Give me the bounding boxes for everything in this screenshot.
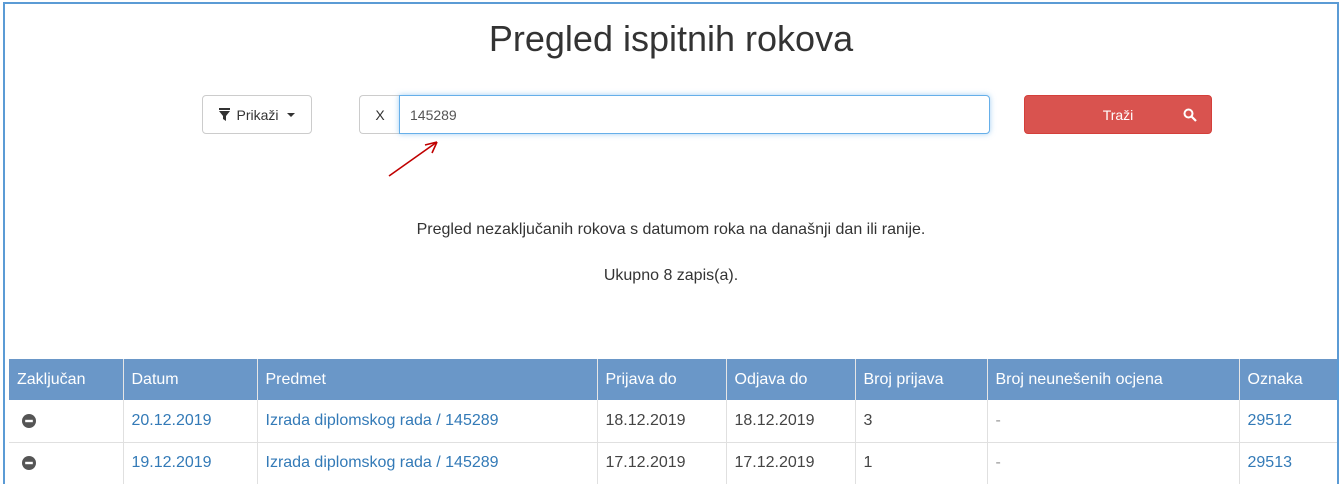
- search-button[interactable]: Traži: [1024, 95, 1212, 134]
- clear-search-label: X: [375, 106, 385, 123]
- date-link[interactable]: 19.12.2019: [123, 442, 258, 484]
- term-id-link[interactable]: 29512: [1239, 400, 1337, 443]
- unentered-grades-count: -: [987, 400, 1240, 443]
- registration-count: 3: [855, 400, 988, 443]
- withdrawal-deadline: 18.12.2019: [726, 400, 856, 443]
- registration-count: 1: [855, 442, 988, 484]
- show-dropdown-button[interactable]: Prikaži: [202, 95, 312, 134]
- locked-cell: [9, 442, 124, 484]
- caret-down-icon: [286, 112, 295, 117]
- search-icon: [1183, 108, 1197, 122]
- table-row: 19.12.2019 Izrada diplomskog rada / 1452…: [9, 442, 1337, 484]
- withdrawal-deadline: 17.12.2019: [726, 442, 856, 484]
- clear-search-button[interactable]: X: [359, 95, 400, 134]
- registration-deadline: 17.12.2019: [597, 442, 727, 484]
- table-header-row: Zaključan Datum Predmet Prijava do Odjav…: [9, 359, 1337, 400]
- locked-cell: [9, 400, 124, 443]
- column-header-broj-neunesenih[interactable]: Broj neunešenih ocjena: [987, 359, 1240, 400]
- unentered-grades-count: -: [987, 442, 1240, 484]
- page-frame: Pregled ispitnih rokova Prikaži X Traži …: [3, 2, 1339, 484]
- show-dropdown-label: Prikaži: [236, 106, 279, 123]
- term-id-link[interactable]: 29513: [1239, 442, 1337, 484]
- record-count: Ukupno 8 zapis(a).: [603, 267, 739, 284]
- exam-terms-table: Zaključan Datum Predmet Prijava do Odjav…: [9, 359, 1337, 484]
- column-header-predmet[interactable]: Predmet: [257, 359, 598, 400]
- date-link[interactable]: 20.12.2019: [123, 400, 258, 443]
- subject-link[interactable]: Izrada diplomskog rada / 145289: [257, 400, 598, 443]
- search-input[interactable]: [399, 95, 990, 134]
- minus-circle-icon: [22, 413, 36, 428]
- column-header-oznaka[interactable]: Oznaka: [1239, 359, 1337, 400]
- column-header-broj-prijava[interactable]: Broj prijava: [855, 359, 988, 400]
- minus-circle-icon: [22, 456, 36, 470]
- info-description: Pregled nezaključanih rokova s datumom r…: [416, 221, 926, 238]
- column-header-datum[interactable]: Datum: [123, 359, 258, 400]
- annotation-arrow-icon: [388, 141, 438, 177]
- subject-link[interactable]: Izrada diplomskog rada / 145289: [257, 442, 598, 484]
- column-header-prijava-do[interactable]: Prijava do: [597, 359, 727, 400]
- filter-icon: [219, 108, 231, 121]
- registration-deadline: 18.12.2019: [597, 400, 727, 443]
- column-header-odjava-do[interactable]: Odjava do: [726, 359, 856, 400]
- page-title: Pregled ispitnih rokova: [488, 18, 854, 59]
- table-row: 20.12.2019 Izrada diplomskog rada / 1452…: [9, 400, 1337, 443]
- column-header-zakljucan[interactable]: Zaključan: [9, 359, 124, 400]
